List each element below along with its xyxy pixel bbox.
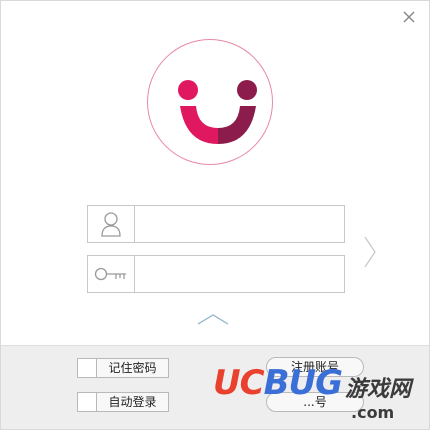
auto-login-checkbox[interactable]: 自动登录 [77,392,169,412]
watermark-uc: UC [213,363,265,403]
watermark-brand: UCBUG [213,363,343,403]
watermark-domain: .com [351,403,395,422]
account-field [87,205,345,243]
account-input[interactable] [135,206,343,242]
remember-password-checkbox[interactable]: 记住密码 [77,358,169,378]
password-field [87,255,345,293]
remember-password-label: 记住密码 [108,361,157,375]
chevron-right-icon[interactable] [363,235,377,269]
password-input[interactable] [135,256,343,292]
login-window: 记住密码 自动登录 注册账号 ...号 UCBUG 游戏网 .com [0,0,430,430]
chevron-up-icon[interactable] [196,313,230,325]
smiley-face-logo-icon [147,39,273,165]
key-icon [88,256,135,292]
auto-login-label: 自动登录 [108,395,157,409]
user-icon [88,206,135,242]
watermark-bug: BUG [263,363,343,403]
checkbox-box [78,393,97,411]
close-icon[interactable] [401,9,417,25]
watermark-cn: 游戏网 [345,376,412,402]
checkbox-box [78,359,97,377]
watermark-logo: UCBUG 游戏网 .com [213,363,425,427]
